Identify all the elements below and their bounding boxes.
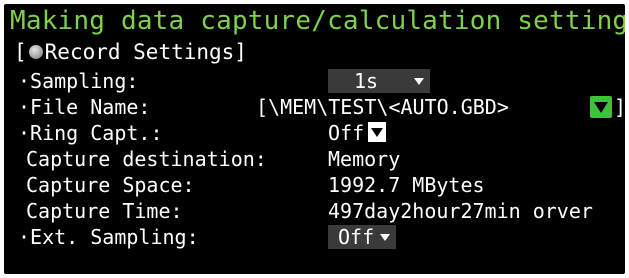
triangle-down-icon — [380, 234, 390, 241]
ring-capt-label: ·Ring Capt.: — [18, 121, 163, 145]
close-bracket: ] — [614, 95, 625, 119]
triangle-down-icon — [414, 78, 424, 85]
ext-sampling-row: ·Ext. Sampling: Off — [18, 224, 618, 250]
capture-destination-row: Capture destination: Memory — [26, 146, 616, 172]
sampling-dropdown[interactable]: 1s — [328, 69, 430, 93]
capture-space-label: Capture Space: — [26, 173, 195, 197]
capture-time-label: Capture Time: — [26, 199, 183, 223]
sampling-label: ·Sampling: — [18, 69, 139, 93]
ring-capt-row: ·Ring Capt.: Off — [18, 120, 618, 146]
ext-sampling-label: ·Ext. Sampling: — [18, 225, 199, 249]
capture-space-value: 1992.7 MBytes — [328, 173, 485, 197]
file-name-label: ·File Name: — [18, 95, 151, 119]
page-title: Making data capture/calculation settings — [10, 6, 625, 36]
ring-capt-dropdown[interactable]: Off — [328, 120, 394, 146]
capture-time-value: 497day2hour27min orver — [328, 199, 593, 223]
ring-capt-value: Off — [328, 121, 365, 145]
file-name-value: [\MEM\TEST\<AUTO.GBD> — [256, 95, 509, 119]
record-settings-header: [ Record Settings] — [14, 39, 247, 65]
file-select-button[interactable] — [590, 96, 612, 118]
open-bracket: [ — [14, 40, 27, 64]
record-settings-label: Record Settings] — [44, 40, 247, 64]
capture-space-row: Capture Space: 1992.7 MBytes — [26, 172, 616, 198]
capture-destination-value: Memory — [328, 147, 401, 171]
capture-destination-label: Capture destination: — [26, 147, 267, 171]
capture-time-row: Capture Time: 497day2hour27min orver — [26, 198, 616, 224]
settings-screen: Making data capture/calculation settings… — [4, 4, 625, 274]
ext-sampling-dropdown[interactable]: Off — [328, 225, 396, 249]
ext-sampling-value: Off — [338, 225, 375, 249]
sampling-value: 1s — [354, 69, 379, 93]
file-name-row: ·File Name: [\MEM\TEST\<AUTO.GBD> ] — [18, 94, 625, 120]
triangle-down-icon — [368, 122, 386, 142]
sampling-row: ·Sampling: 1s — [18, 68, 618, 94]
record-dot-icon — [28, 44, 43, 59]
